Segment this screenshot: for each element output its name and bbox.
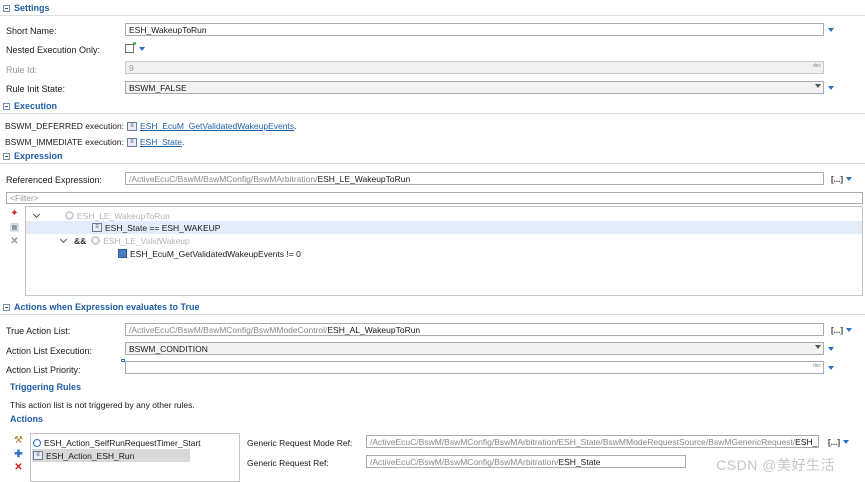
- chevron-down-icon: [815, 345, 821, 349]
- collapse-icon[interactable]: [3, 303, 10, 311]
- chevron-down-icon: [815, 84, 821, 88]
- mode-request-icon: ≡: [126, 137, 137, 147]
- execution-section-header[interactable]: Execution: [0, 99, 57, 113]
- gear-icon: [65, 211, 74, 220]
- new-expression-icon[interactable]: ✦: [9, 208, 20, 219]
- browse-button[interactable]: [...]: [828, 438, 840, 447]
- actions-true-title: Actions when Expression evaluates to Tru…: [14, 302, 200, 312]
- marker-icon: [121, 359, 125, 362]
- short-name-input[interactable]: ESH_WakeupToRun: [125, 23, 824, 36]
- immediate-row: BSWM_IMMEDIATE execution: ≡ ESH_State .: [5, 137, 184, 147]
- delete-icon[interactable]: ✕: [9, 236, 20, 247]
- actions-true-section-header[interactable]: Actions when Expression evaluates to Tru…: [0, 300, 200, 314]
- edit-icon[interactable]: ▣: [9, 222, 20, 233]
- actions-list[interactable]: ESH_Action_SelfRunRequestTimer_Start ≡ E…: [30, 433, 240, 482]
- collapse-icon[interactable]: [3, 152, 10, 160]
- triggering-rules-text: This action list is not triggered by any…: [10, 400, 195, 410]
- list-item-selected[interactable]: ≡ ESH_Action_ESH_Run: [32, 449, 190, 462]
- default-marker-icon: [133, 42, 136, 45]
- action-list-execution-select[interactable]: BSWM_CONDITION: [125, 342, 824, 355]
- action-icon: [33, 438, 41, 447]
- action-icon: ≡: [33, 451, 43, 460]
- rule-init-label: Rule Init State:: [6, 84, 66, 94]
- move-icon[interactable]: ✚: [13, 449, 24, 460]
- execution-menu-icon[interactable]: [828, 347, 834, 351]
- rule-id-label: Rule Id:: [6, 65, 38, 75]
- true-action-list-input[interactable]: /ActiveEcuC/BswM/BswMConfig/BswMModeCont…: [125, 323, 824, 336]
- function-icon: ≡: [127, 121, 138, 131]
- list-item[interactable]: ESH_Action_SelfRunRequestTimer_Start: [33, 436, 201, 449]
- mode-ref-menu-icon[interactable]: [843, 440, 849, 444]
- rule-init-menu-icon[interactable]: [828, 86, 834, 90]
- short-name-dropdown-icon[interactable]: [828, 28, 834, 32]
- nested-dropdown-icon[interactable]: [139, 47, 145, 51]
- tree-node-selected[interactable]: ≡ ESH_State == ESH_WAKEUP: [26, 221, 862, 234]
- true-list-menu-icon[interactable]: [846, 328, 852, 332]
- referenced-expression-label: Referenced Expression:: [6, 175, 103, 185]
- divider: [0, 314, 865, 315]
- action-list-priority-label: Action List Priority:: [6, 365, 81, 375]
- collapse-icon[interactable]: [3, 4, 10, 12]
- immediate-suffix: .: [181, 137, 185, 147]
- tree-node[interactable]: ESH_EcuM_GetValidatedWakeupEvents != 0: [118, 247, 301, 260]
- new-action-icon[interactable]: ⚒: [13, 435, 24, 446]
- execution-title: Execution: [14, 101, 58, 111]
- browse-button[interactable]: [...]: [831, 175, 843, 184]
- condition-icon: [118, 249, 127, 258]
- expression-menu-icon[interactable]: [846, 177, 852, 181]
- generic-mode-ref-label: Generic Request Mode Ref:: [247, 438, 353, 448]
- watermark: CSDN @美好生活: [716, 457, 835, 473]
- filter-input[interactable]: <Filter>: [6, 192, 863, 204]
- triggering-rules-title: Triggering Rules: [10, 382, 82, 392]
- actions-title: Actions: [10, 414, 44, 424]
- action-list-priority-input[interactable]: dec: [125, 361, 824, 374]
- deferred-label: BSWM_DEFERRED execution:: [5, 121, 125, 131]
- nested-label: Nested Execution Only:: [6, 45, 101, 55]
- generic-ref-input[interactable]: /ActiveEcuC/BswM/BswMConfig/BswMArbitrat…: [366, 455, 686, 468]
- deferred-link[interactable]: ESH_EcuM_GetValidatedWakeupEvents: [140, 121, 294, 131]
- settings-title: Settings: [14, 3, 50, 13]
- priority-menu-icon[interactable]: [828, 366, 834, 370]
- generic-ref-label: Generic Request Ref:: [247, 458, 329, 468]
- generic-mode-ref-input[interactable]: /ActiveEcuC/BswM/BswMConfig/BswMArbitrat…: [366, 435, 819, 448]
- referenced-expression-input[interactable]: /ActiveEcuC/BswM/BswMConfig/BswMArbitrat…: [125, 172, 824, 185]
- collapse-icon[interactable]: [3, 102, 10, 110]
- nested-checkbox[interactable]: [125, 44, 134, 53]
- immediate-link[interactable]: ESH_State: [140, 137, 182, 147]
- condition-icon: ≡: [92, 223, 102, 232]
- immediate-label: BSWM_IMMEDIATE execution:: [5, 137, 124, 147]
- deferred-suffix: .: [294, 121, 297, 131]
- true-action-list-label: True Action List:: [6, 326, 71, 336]
- delete-icon[interactable]: ✕: [13, 462, 24, 473]
- short-name-label: Short Name:: [6, 26, 57, 36]
- action-list-execution-label: Action List Execution:: [6, 346, 93, 356]
- divider: [0, 163, 865, 164]
- expression-tree[interactable]: ESH_LE_WakeupToRun ≡ ESH_State == ESH_WA…: [25, 206, 863, 296]
- rule-init-select[interactable]: BSWM_FALSE: [125, 81, 824, 94]
- tree-node[interactable]: && ESH_LE_ValidWakeup: [59, 234, 190, 247]
- browse-button[interactable]: [...]: [831, 326, 843, 335]
- divider: [0, 113, 865, 114]
- gear-icon: [91, 236, 101, 245]
- expression-section-header[interactable]: Expression: [0, 149, 63, 163]
- settings-section-header[interactable]: Settings: [0, 1, 50, 15]
- divider: [0, 15, 865, 16]
- expression-title: Expression: [14, 151, 63, 161]
- rule-id-input: 9 dec: [125, 61, 824, 74]
- chevron-down-icon[interactable]: [32, 210, 41, 218]
- deferred-row: BSWM_DEFERRED execution: ≡ ESH_EcuM_GetV…: [5, 121, 296, 131]
- chevron-down-icon[interactable]: [59, 235, 68, 243]
